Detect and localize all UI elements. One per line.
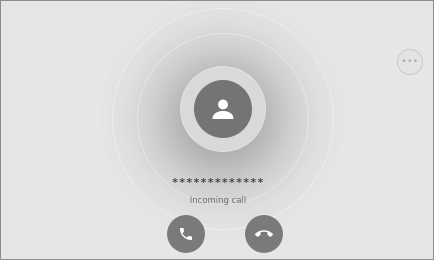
- more-options-icon: •••: [401, 56, 419, 67]
- incoming-call-screen: ••• ************* Incoming call: [0, 0, 434, 260]
- caller-number: *************: [171, 176, 265, 189]
- person-icon: [212, 99, 234, 119]
- accept-call-button[interactable]: [167, 215, 205, 253]
- call-status: Incoming call: [189, 196, 247, 206]
- phone-icon: [180, 228, 192, 240]
- decline-call-button[interactable]: [245, 215, 283, 253]
- more-options-button[interactable]: •••: [397, 49, 423, 75]
- hang-up-icon: [255, 230, 273, 237]
- caller-avatar: [194, 80, 252, 138]
